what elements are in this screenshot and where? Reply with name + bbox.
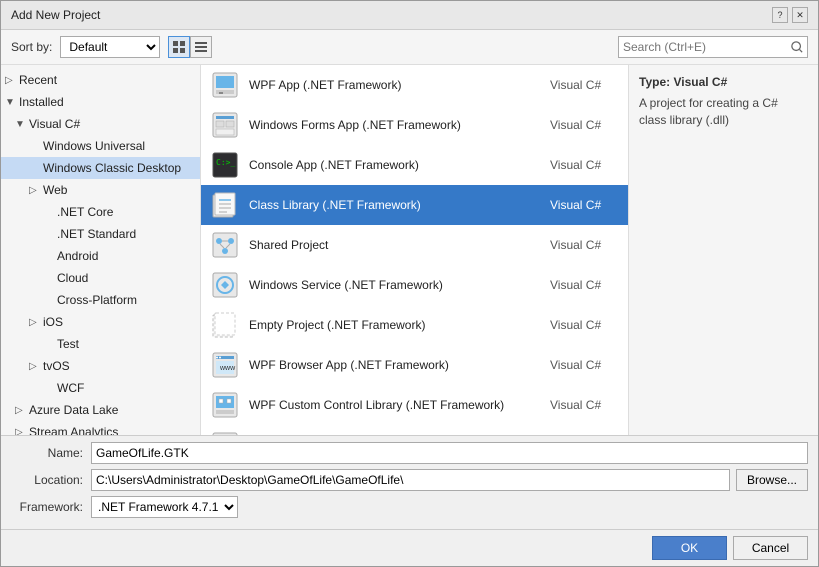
location-label: Location: (11, 473, 91, 487)
sort-select[interactable]: Default (60, 36, 160, 58)
project-icon-6 (209, 269, 241, 301)
add-new-project-dialog: Add New Project ? ✕ Sort by: Default (0, 0, 819, 567)
project-lang-4: Visual C# (550, 198, 620, 212)
detail-type-value: Visual C# (673, 75, 727, 89)
detail-type-label: Type: (639, 75, 670, 89)
project-icon-4 (209, 189, 241, 221)
tree-item-android[interactable]: Android (1, 245, 200, 267)
title-bar: Add New Project ? ✕ (1, 1, 818, 30)
project-item-7[interactable]: Empty Project (.NET Framework)Visual C# (201, 305, 628, 345)
detail-description: A project for creating a C# class librar… (639, 95, 808, 129)
framework-select[interactable]: .NET Framework 4.7.1 (91, 496, 238, 518)
framework-label: Framework: (11, 500, 91, 514)
help-button[interactable]: ? (772, 7, 788, 23)
tree-item-wcf[interactable]: WCF (1, 377, 200, 399)
project-icon-5 (209, 229, 241, 261)
close-button[interactable]: ✕ (792, 7, 808, 23)
cancel-button[interactable]: Cancel (733, 536, 808, 560)
project-item-6[interactable]: Windows Service (.NET Framework)Visual C… (201, 265, 628, 305)
project-icon-9 (209, 389, 241, 421)
tree-item-cross-platform[interactable]: Cross-Platform (1, 289, 200, 311)
browse-button[interactable]: Browse... (736, 469, 808, 491)
view-toggle (168, 36, 212, 58)
dialog-title: Add New Project (11, 8, 100, 22)
tree-item-tvos[interactable]: ▷ tvOS (1, 355, 200, 377)
tree-item-visual-csharp[interactable]: ▼ Visual C# (1, 113, 200, 135)
project-icon-1 (209, 69, 241, 101)
tree-item-test[interactable]: Test (1, 333, 200, 355)
search-box (618, 36, 808, 58)
svg-text:C:>_: C:>_ (216, 158, 235, 167)
name-input[interactable] (91, 442, 808, 464)
project-name-1: WPF App (.NET Framework) (249, 78, 550, 92)
tree-item-azure-data-lake[interactable]: ▷ Azure Data Lake (1, 399, 200, 421)
framework-row: Framework: .NET Framework 4.7.1 (11, 496, 808, 518)
left-panel: ▷ Recent ▼ Installed ▼ Visual C# (1, 65, 201, 435)
tree-item-net-standard[interactable]: .NET Standard (1, 223, 200, 245)
project-lang-2: Visual C# (550, 118, 620, 132)
project-name-5: Shared Project (249, 238, 550, 252)
tree-item-recent[interactable]: ▷ Recent (1, 69, 200, 91)
main-area: ▷ Recent ▼ Installed ▼ Visual C# (1, 65, 818, 435)
detail-panel: Type: Visual C# A project for creating a… (628, 65, 818, 435)
project-name-4: Class Library (.NET Framework) (249, 198, 550, 212)
toolbar: Sort by: Default (1, 30, 818, 65)
project-icon-8: www (209, 349, 241, 381)
action-row: OK Cancel (1, 529, 818, 566)
project-lang-1: Visual C# (550, 78, 620, 92)
project-lang-6: Visual C# (550, 278, 620, 292)
title-bar-controls: ? ✕ (772, 7, 808, 23)
project-item-1[interactable]: WPF App (.NET Framework)Visual C# (201, 65, 628, 105)
project-lang-8: Visual C# (550, 358, 620, 372)
project-name-2: Windows Forms App (.NET Framework) (249, 118, 550, 132)
tree-item-net-core[interactable]: .NET Core (1, 201, 200, 223)
tree-item-web[interactable]: ▷ Web (1, 179, 200, 201)
project-list: WPF App (.NET Framework)Visual C#Windows… (201, 65, 628, 435)
search-icon[interactable] (787, 36, 807, 58)
location-row: Location: Browse... (11, 469, 808, 491)
project-lang-9: Visual C# (550, 398, 620, 412)
project-lang-3: Visual C# (550, 158, 620, 172)
name-label: Name: (11, 446, 91, 460)
tree-item-stream-analytics[interactable]: ▷ Stream Analytics (1, 421, 200, 435)
tree-item-installed[interactable]: ▼ Installed (1, 91, 200, 113)
form-area: Name: Location: Browse... Framework: .NE… (1, 435, 818, 529)
project-icon-2 (209, 109, 241, 141)
tree-item-cloud[interactable]: Cloud (1, 267, 200, 289)
svg-text:www: www (219, 365, 236, 372)
project-lang-5: Visual C# (550, 238, 620, 252)
tree-item-windows-classic[interactable]: Windows Classic Desktop (1, 157, 200, 179)
ok-button[interactable]: OK (652, 536, 727, 560)
sort-by-label: Sort by: (11, 40, 52, 54)
detail-type: Type: Visual C# (639, 75, 808, 89)
project-item-10[interactable]: WPF User Control Library (.NET Framework… (201, 425, 628, 435)
project-name-8: WPF Browser App (.NET Framework) (249, 358, 550, 372)
project-icon-7 (209, 309, 241, 341)
project-lang-7: Visual C# (550, 318, 620, 332)
project-item-2[interactable]: Windows Forms App (.NET Framework)Visual… (201, 105, 628, 145)
tree-item-ios[interactable]: ▷ iOS (1, 311, 200, 333)
project-icon-3: C:>_ (209, 149, 241, 181)
project-item-9[interactable]: WPF Custom Control Library (.NET Framewo… (201, 385, 628, 425)
location-input[interactable] (91, 469, 730, 491)
project-name-3: Console App (.NET Framework) (249, 158, 550, 172)
project-item-8[interactable]: www WPF Browser App (.NET Framework)Visua… (201, 345, 628, 385)
search-input[interactable] (619, 40, 787, 54)
name-row: Name: (11, 442, 808, 464)
project-name-6: Windows Service (.NET Framework) (249, 278, 550, 292)
list-view-button[interactable] (190, 36, 212, 58)
project-name-7: Empty Project (.NET Framework) (249, 318, 550, 332)
project-item-5[interactable]: Shared ProjectVisual C# (201, 225, 628, 265)
project-name-9: WPF Custom Control Library (.NET Framewo… (249, 398, 550, 412)
tree-item-windows-universal[interactable]: Windows Universal (1, 135, 200, 157)
project-item-4[interactable]: Class Library (.NET Framework)Visual C# (201, 185, 628, 225)
grid-view-button[interactable] (168, 36, 190, 58)
project-item-3[interactable]: C:>_ Console App (.NET Framework)Visual C… (201, 145, 628, 185)
arrow-recent: ▷ (5, 75, 19, 86)
